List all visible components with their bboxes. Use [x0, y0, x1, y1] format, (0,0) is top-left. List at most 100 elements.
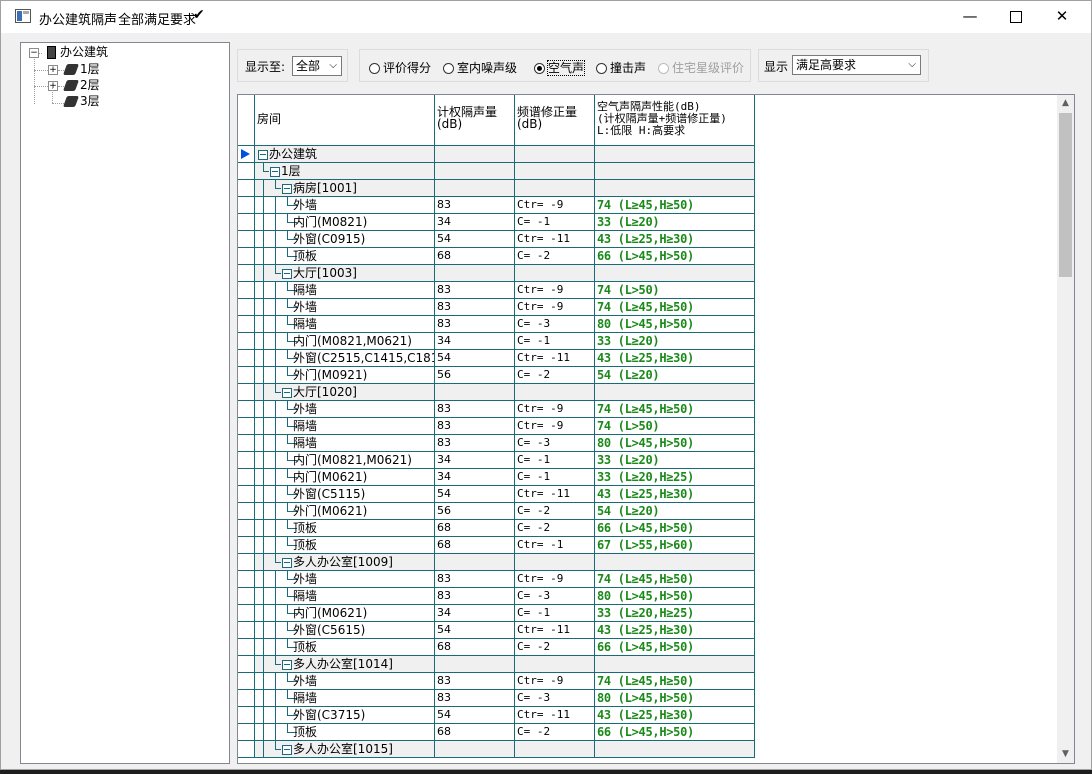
cell-spectrum-correction[interactable]: C= -1	[515, 605, 595, 622]
row-indicator[interactable]	[238, 367, 255, 384]
cell-airborne-performance[interactable]	[595, 163, 755, 180]
row-indicator[interactable]	[238, 656, 255, 673]
cell-weighted-reduction[interactable]: 83	[435, 571, 515, 588]
row-indicator[interactable]	[238, 231, 255, 248]
header-airborne-performance[interactable]: 空气声隔声性能(dB) (计权隔声量+频谱修正量) L:低限 H:高要求	[595, 95, 755, 146]
row-indicator[interactable]	[238, 707, 255, 724]
group-row[interactable]: 多人办公室[1009]	[238, 554, 755, 571]
row-indicator[interactable]	[238, 180, 255, 197]
row-indicator[interactable]	[238, 316, 255, 333]
cell-spectrum-correction[interactable]	[515, 554, 595, 571]
cell-room[interactable]: 外窗(C5615)	[255, 622, 435, 639]
header-room[interactable]: 房间	[255, 95, 435, 146]
row-indicator[interactable]	[238, 197, 255, 214]
cell-weighted-reduction[interactable]: 68	[435, 639, 515, 656]
cell-weighted-reduction[interactable]: 54	[435, 350, 515, 367]
cell-airborne-performance[interactable]: 67 (L>55,H>60)	[595, 537, 755, 554]
header-weighted-reduction[interactable]: 计权隔声量 (dB)	[435, 95, 515, 146]
table-row[interactable]: 顶板 68 C= -2 66 (L>45,H>50)	[238, 248, 755, 265]
row-indicator[interactable]	[238, 588, 255, 605]
cell-airborne-performance[interactable]: 33 (L≥20,H≥25)	[595, 469, 755, 486]
table-row[interactable]: 外墙 83 Ctr= -9 74 (L≥45,H≥50)	[238, 673, 755, 690]
row-indicator[interactable]	[238, 146, 255, 163]
cell-weighted-reduction[interactable]	[435, 554, 515, 571]
cell-airborne-performance[interactable]: 66 (L>45,H>50)	[595, 724, 755, 741]
table-row[interactable]: 外窗(C0915) 54 Ctr= -11 43 (L≥25,H≥30)	[238, 231, 755, 248]
collapse-icon[interactable]	[282, 745, 292, 755]
cell-airborne-performance[interactable]: 74 (L≥45,H≥50)	[595, 571, 755, 588]
cell-airborne-performance[interactable]: 33 (L≥20)	[595, 333, 755, 350]
cell-room[interactable]: 外窗(C2515,C1415,C1815	[255, 350, 435, 367]
group-row[interactable]: 多人办公室[1014]	[238, 656, 755, 673]
cell-airborne-performance[interactable]: 43 (L≥25,H≥30)	[595, 486, 755, 503]
cell-spectrum-correction[interactable]	[515, 656, 595, 673]
cell-weighted-reduction[interactable]	[435, 384, 515, 401]
row-indicator[interactable]	[238, 418, 255, 435]
cell-room[interactable]: 外墙	[255, 401, 435, 418]
tree-node-floor-2[interactable]: 2层	[62, 78, 100, 93]
collapse-icon[interactable]	[282, 269, 292, 279]
cell-airborne-performance[interactable]: 43 (L≥25,H≥30)	[595, 231, 755, 248]
cell-room[interactable]: 顶板	[255, 639, 435, 656]
cell-airborne-performance[interactable]: 74 (L≥45,H≥50)	[595, 299, 755, 316]
cell-spectrum-correction[interactable]: Ctr= -11	[515, 231, 595, 248]
row-indicator[interactable]	[238, 673, 255, 690]
cell-weighted-reduction[interactable]: 83	[435, 588, 515, 605]
scroll-thumb[interactable]	[1059, 113, 1072, 277]
cell-airborne-performance[interactable]: 33 (L≥20)	[595, 214, 755, 231]
row-indicator[interactable]	[238, 299, 255, 316]
cell-airborne-performance[interactable]: 54 (L≥20)	[595, 503, 755, 520]
cell-weighted-reduction[interactable]: 83	[435, 316, 515, 333]
cell-weighted-reduction[interactable]: 68	[435, 248, 515, 265]
table-row[interactable]: 内门(M0621) 34 C= -1 33 (L≥20,H≥25)	[238, 469, 755, 486]
cell-room[interactable]: 内门(M0821)	[255, 214, 435, 231]
row-indicator[interactable]	[238, 724, 255, 741]
table-row[interactable]: 隔墙 83 C= -3 80 (L>45,H>50)	[238, 435, 755, 452]
table-row[interactable]: 外门(M0921) 56 C= -2 54 (L≥20)	[238, 367, 755, 384]
group-row[interactable]: 1层	[238, 163, 755, 180]
table-row[interactable]: 外墙 83 Ctr= -9 74 (L≥45,H≥50)	[238, 299, 755, 316]
table-row[interactable]: 外墙 83 Ctr= -9 74 (L≥45,H≥50)	[238, 197, 755, 214]
collapse-icon[interactable]	[282, 388, 292, 398]
collapse-icon[interactable]	[282, 660, 292, 670]
table-row[interactable]: 内门(M0621) 34 C= -1 33 (L≥20,H≥25)	[238, 605, 755, 622]
cell-room[interactable]: 内门(M0821,M0621)	[255, 333, 435, 350]
cell-weighted-reduction[interactable]: 54	[435, 486, 515, 503]
cell-weighted-reduction[interactable]: 54	[435, 231, 515, 248]
cell-spectrum-correction[interactable]: C= -3	[515, 588, 595, 605]
row-indicator[interactable]	[238, 350, 255, 367]
cell-room[interactable]: 病房[1001]	[255, 180, 435, 197]
row-indicator[interactable]	[238, 690, 255, 707]
row-indicator[interactable]	[238, 503, 255, 520]
cell-spectrum-correction[interactable]: Ctr= -1	[515, 537, 595, 554]
cell-room[interactable]: 办公建筑	[255, 146, 435, 163]
collapse-icon[interactable]	[270, 167, 280, 177]
cell-airborne-performance[interactable]	[595, 146, 755, 163]
cell-airborne-performance[interactable]: 43 (L≥25,H≥30)	[595, 707, 755, 724]
cell-room[interactable]: 内门(M0621)	[255, 605, 435, 622]
table-row[interactable]: 外墙 83 Ctr= -9 74 (L≥45,H≥50)	[238, 571, 755, 588]
cell-room[interactable]: 外窗(C0915)	[255, 231, 435, 248]
cell-weighted-reduction[interactable]	[435, 265, 515, 282]
cell-spectrum-correction[interactable]: Ctr= -11	[515, 486, 595, 503]
cell-airborne-performance[interactable]: 33 (L≥20)	[595, 452, 755, 469]
cell-weighted-reduction[interactable]: 83	[435, 401, 515, 418]
cell-room[interactable]: 隔墙	[255, 418, 435, 435]
table-row[interactable]: 外门(M0621) 56 C= -2 54 (L≥20)	[238, 503, 755, 520]
cell-spectrum-correction[interactable]	[515, 163, 595, 180]
row-indicator[interactable]	[238, 248, 255, 265]
cell-spectrum-correction[interactable]: C= -3	[515, 690, 595, 707]
cell-room[interactable]: 外墙	[255, 197, 435, 214]
cell-spectrum-correction[interactable]	[515, 146, 595, 163]
cell-spectrum-correction[interactable]: Ctr= -11	[515, 622, 595, 639]
cell-room[interactable]: 隔墙	[255, 435, 435, 452]
cell-room[interactable]: 多人办公室[1014]	[255, 656, 435, 673]
table-row[interactable]: 顶板 68 C= -2 66 (L>45,H>50)	[238, 520, 755, 537]
cell-airborne-performance[interactable]	[595, 656, 755, 673]
display-level-select[interactable]: 全部 ⌵	[292, 56, 342, 76]
cell-airborne-performance[interactable]	[595, 554, 755, 571]
row-indicator[interactable]	[238, 486, 255, 503]
cell-room[interactable]: 顶板	[255, 520, 435, 537]
vertical-scrollbar[interactable]: ▲ ▼	[1057, 95, 1074, 763]
cell-weighted-reduction[interactable]: 54	[435, 707, 515, 724]
